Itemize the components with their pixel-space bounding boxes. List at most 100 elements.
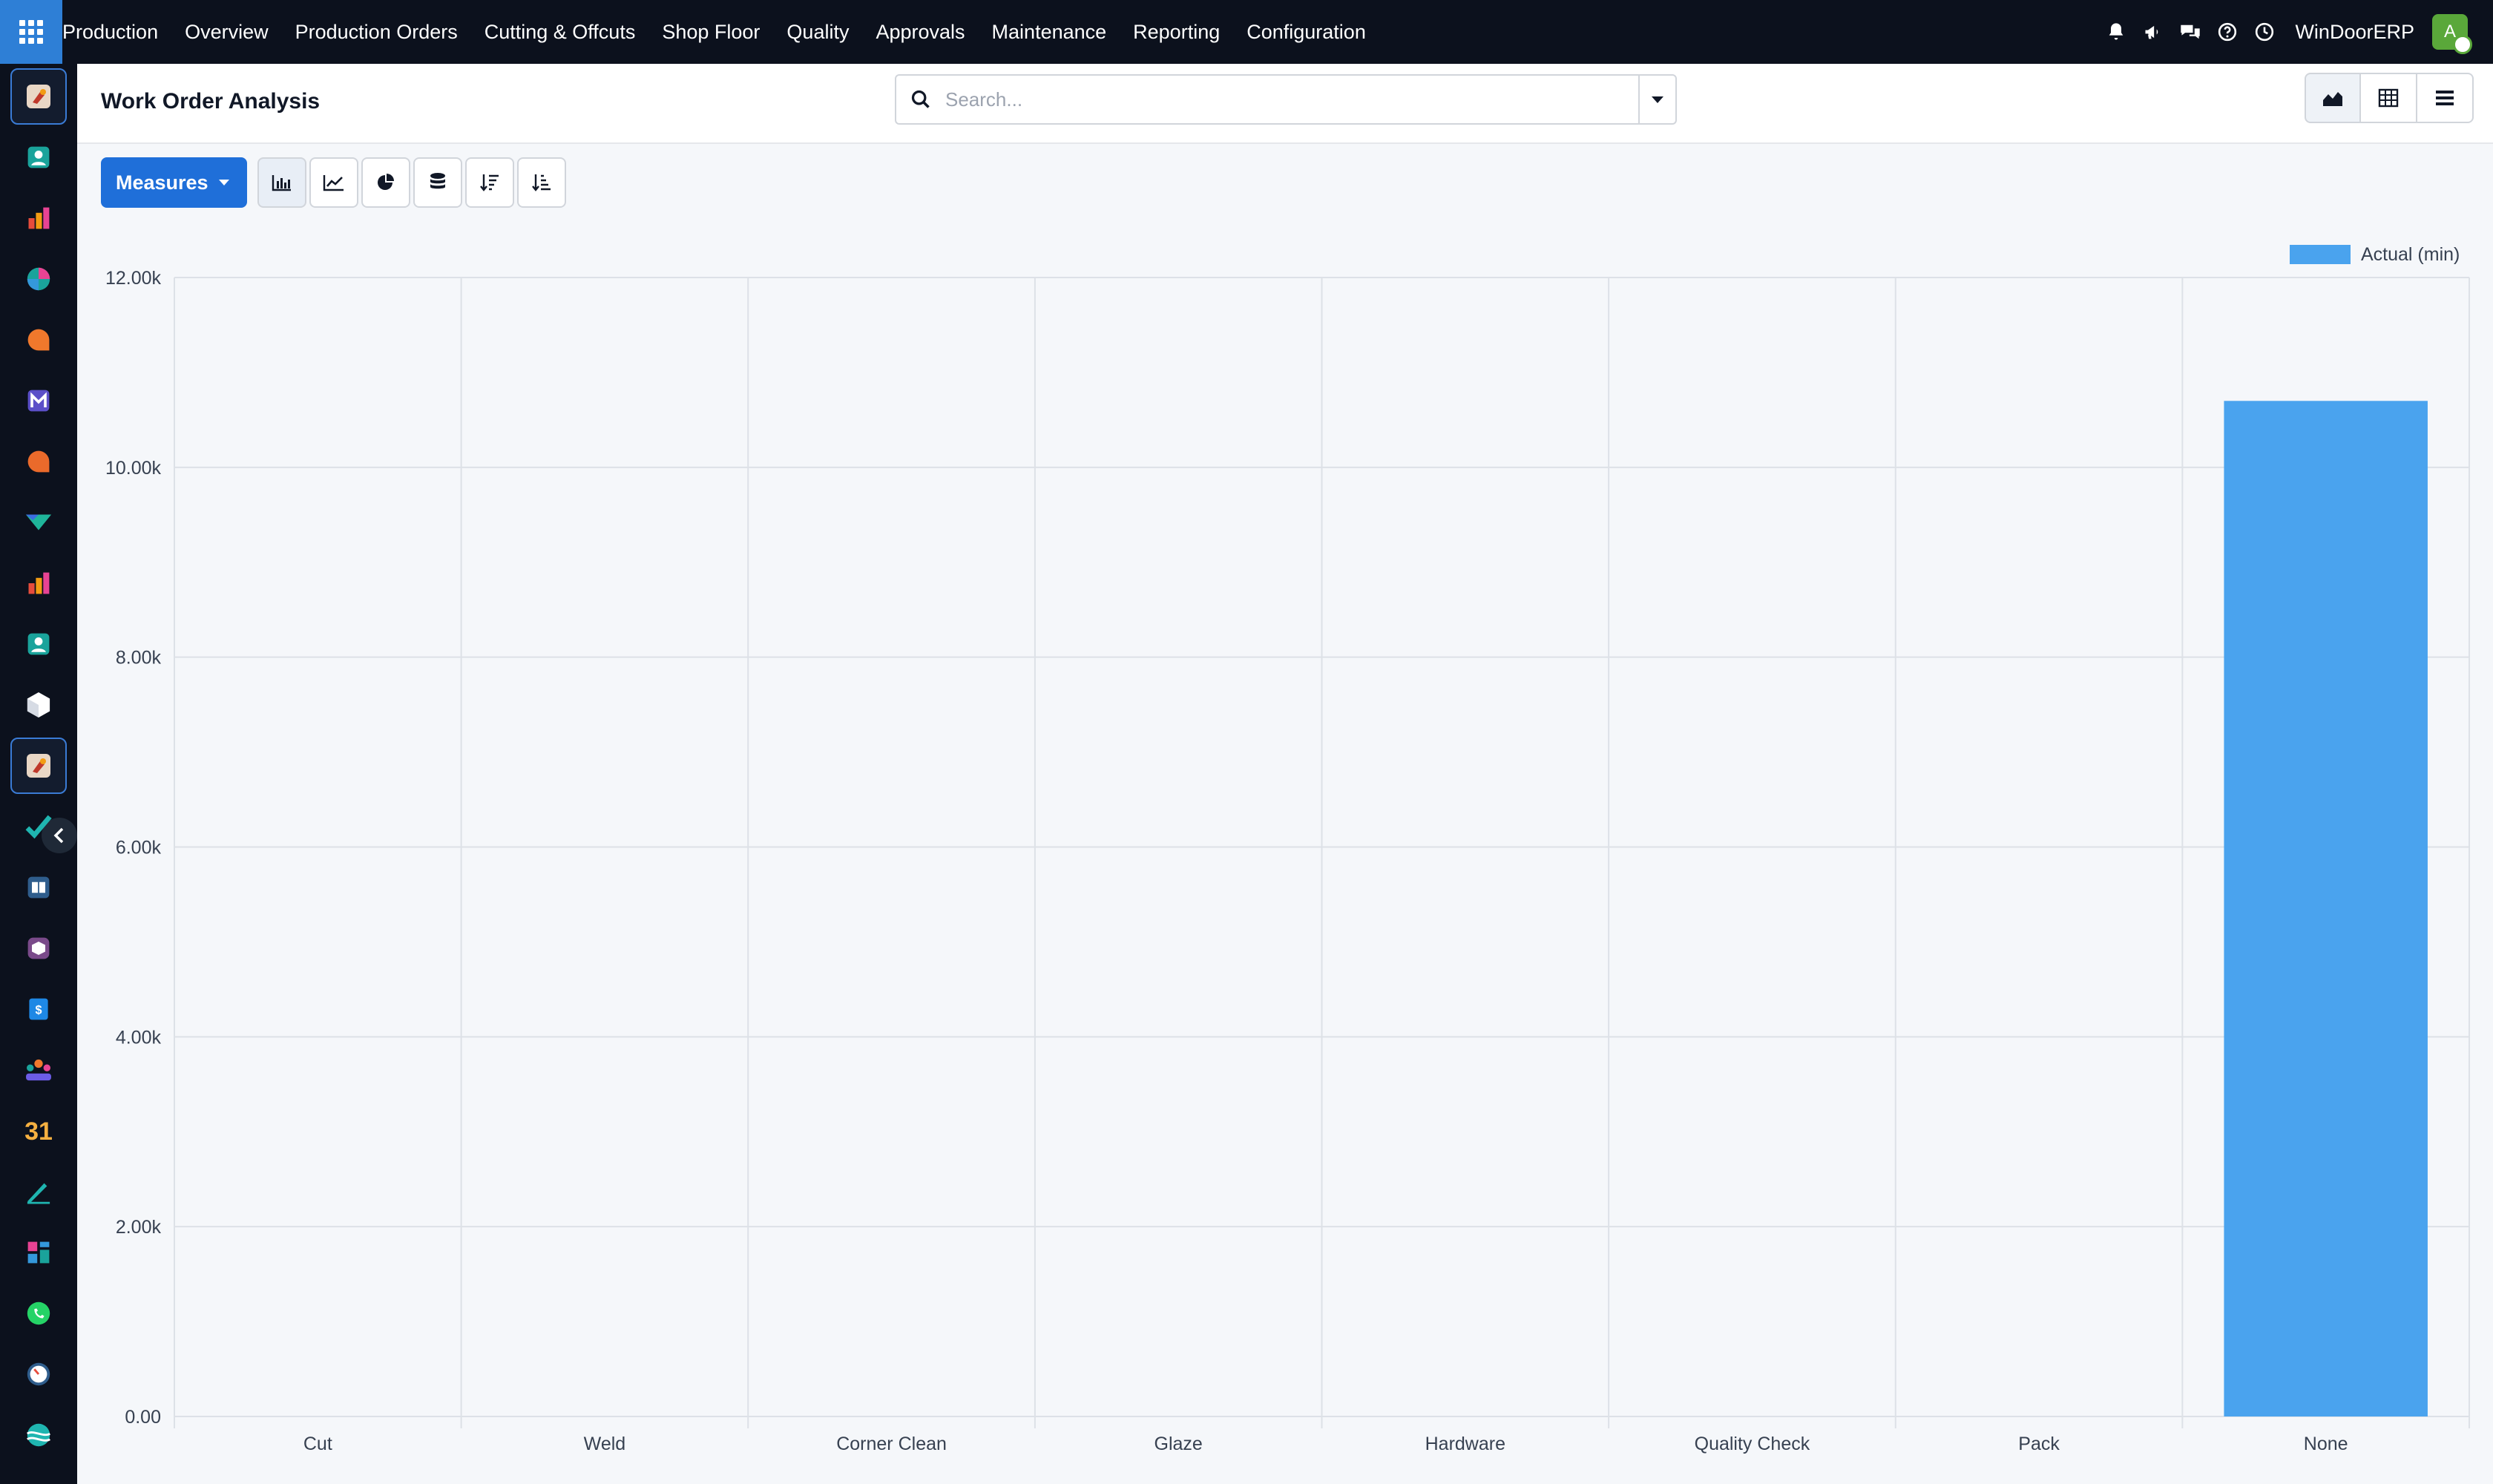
y-tick-label: 10.00k — [105, 458, 162, 479]
graph-view-button[interactable] — [2305, 73, 2361, 123]
sidebar-app-website[interactable] — [10, 1407, 67, 1463]
book-icon — [27, 876, 50, 899]
bar — [2224, 401, 2428, 1416]
sidebar-app-team[interactable] — [10, 1042, 67, 1098]
view-switcher — [2305, 73, 2474, 123]
systray: WinDoorERP A — [2098, 0, 2493, 64]
calendar-icon: 31 — [24, 1117, 53, 1144]
sidebar-app-reporting[interactable] — [10, 190, 67, 246]
manufacturing-icon — [27, 85, 50, 108]
measures-button[interactable]: Measures — [101, 157, 247, 208]
sidebar-app-contacts[interactable] — [10, 129, 67, 186]
sidebar-app-dashboard[interactable] — [10, 251, 67, 307]
grid-icon — [19, 20, 43, 44]
column-chart-icon — [28, 572, 50, 594]
sidebar-app-calendar[interactable]: 31 — [10, 1103, 67, 1159]
sidebar-app-livechat[interactable] — [10, 433, 67, 490]
bar-chart-button[interactable] — [257, 157, 306, 208]
x-tick-label: Weld — [584, 1434, 626, 1454]
graph-area: 0.00 2.00k 4.00k 6.00k 8.00k 10.00k 12.00k Cut W… — [77, 223, 2493, 1484]
people-icon — [26, 1059, 51, 1081]
x-tick-label: Cut — [303, 1434, 332, 1454]
menu-cutting-offcuts[interactable]: Cutting & Offcuts — [471, 0, 649, 64]
bell-icon[interactable] — [2098, 0, 2135, 64]
speech-icon — [27, 450, 50, 473]
y-tick-label: 12.00k — [105, 268, 162, 289]
menu-shop-floor[interactable]: Shop Floor — [648, 0, 773, 64]
sidebar-app-timesheets[interactable] — [10, 1346, 67, 1402]
legend-swatch — [2290, 245, 2351, 264]
chat-icon[interactable] — [2172, 0, 2209, 64]
y-tick-label: 4.00k — [116, 1027, 162, 1048]
apps-menu-button[interactable] — [0, 0, 62, 64]
bar-chart: 0.00 2.00k 4.00k 6.00k 8.00k 10.00k 12.00k Cut W… — [105, 244, 2470, 1454]
line-chart-button[interactable] — [309, 157, 358, 208]
app-sidebar: $ 31 — [0, 64, 77, 1484]
y-tick-label: 8.00k — [116, 648, 162, 669]
search-bar[interactable] — [895, 74, 1677, 125]
sort-ascending-button[interactable] — [516, 157, 566, 208]
list-view-button[interactable] — [2417, 73, 2474, 123]
line-chart-icon — [323, 175, 344, 191]
avatar[interactable]: A — [2432, 14, 2472, 54]
menu-overview[interactable]: Overview — [171, 0, 282, 64]
invoice-icon: $ — [29, 998, 48, 1020]
sidebar-app-inventory[interactable] — [10, 677, 67, 733]
pie-chart-button[interactable] — [361, 157, 410, 208]
sidebar-app-sign[interactable] — [10, 1163, 67, 1220]
sidebar-app-discuss[interactable] — [10, 312, 67, 368]
main-menu: Production Overview Production Orders Cu… — [62, 0, 1379, 64]
sort-asc-icon — [531, 174, 551, 191]
sidebar-app-purchase[interactable] — [10, 494, 67, 551]
sidebar-app-whatsapp[interactable] — [10, 1285, 67, 1342]
x-tick-label: Hardware — [1425, 1434, 1505, 1454]
pie-chart-icon — [377, 174, 394, 190]
pivot-view-button[interactable] — [2361, 73, 2417, 123]
search-input[interactable] — [945, 77, 1638, 122]
sidebar-app-todo[interactable] — [10, 798, 67, 855]
menu-reporting[interactable]: Reporting — [1120, 0, 1233, 64]
legend-label: Actual (min) — [2361, 244, 2460, 265]
caret-down-icon — [218, 180, 229, 186]
sidebar-app-manufacturing[interactable] — [10, 68, 67, 125]
sidebar-app-invoicing[interactable]: $ — [10, 981, 67, 1037]
manufacturing-icon — [27, 754, 50, 778]
sidebar-app-employees[interactable] — [10, 616, 67, 672]
clock-icon[interactable] — [2246, 0, 2283, 64]
database-icon — [430, 173, 445, 189]
sidebar-app-dashboards[interactable] — [10, 1224, 67, 1281]
svg-text:$: $ — [35, 1003, 42, 1017]
pen-icon — [27, 1183, 50, 1204]
list-icon — [2436, 91, 2454, 105]
menu-quality[interactable]: Quality — [773, 0, 862, 64]
sidebar-app-knowledge[interactable] — [10, 859, 67, 916]
menu-production-orders[interactable]: Production Orders — [282, 0, 471, 64]
app-brand[interactable]: Production — [62, 0, 171, 64]
y-tick-label: 2.00k — [116, 1217, 162, 1238]
wave-icon — [26, 1423, 51, 1447]
gauge-icon — [27, 1362, 50, 1386]
x-tick-label: Quality Check — [1695, 1434, 1810, 1454]
y-tick-label: 6.00k — [116, 838, 162, 858]
sidebar-app-mail[interactable] — [10, 372, 67, 429]
stacked-button[interactable] — [413, 157, 462, 208]
sort-descending-button[interactable] — [464, 157, 514, 208]
sidebar-app-analytics[interactable] — [10, 555, 67, 611]
checkmark-icon — [25, 815, 52, 839]
menu-approvals[interactable]: Approvals — [862, 0, 978, 64]
diamond-icon — [25, 514, 52, 531]
sidebar-app-shop-floor[interactable] — [10, 920, 67, 976]
table-icon — [2378, 88, 2399, 108]
sidebar-app-manufacturing-active[interactable] — [10, 738, 67, 794]
x-tick-label: Corner Clean — [836, 1434, 947, 1454]
whatsapp-icon — [27, 1301, 50, 1325]
pie-icon — [27, 267, 50, 291]
search-options-toggle[interactable] — [1638, 76, 1675, 123]
id-card-icon — [27, 633, 50, 655]
menu-configuration[interactable]: Configuration — [1233, 0, 1379, 64]
menu-maintenance[interactable]: Maintenance — [979, 0, 1120, 64]
megaphone-icon[interactable] — [2135, 0, 2172, 64]
help-icon[interactable] — [2209, 0, 2246, 64]
company-name[interactable]: WinDoorERP — [2283, 21, 2432, 44]
mail-icon — [27, 390, 50, 412]
